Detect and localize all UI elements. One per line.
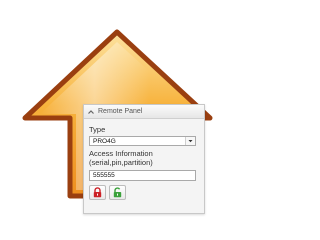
remote-panel-header[interactable]: Remote Panel <box>84 105 204 119</box>
access-information-label: Access Information (serial,pin,partition… <box>89 149 200 167</box>
access-label-line-1: Access Information <box>89 149 153 158</box>
panel-title: Remote Panel <box>98 108 143 115</box>
collapse-chevron-icon[interactable] <box>87 108 95 116</box>
access-information-value: 555555 <box>93 172 115 179</box>
unlock-icon <box>113 187 122 198</box>
type-label: Type <box>89 125 106 134</box>
type-select-value: PRO4G <box>93 138 116 145</box>
lock-icon <box>93 187 102 198</box>
lock-button[interactable] <box>89 185 106 200</box>
remote-panel: Remote Panel Type PRO4G Access Informati… <box>83 104 205 214</box>
access-information-input[interactable]: 555555 <box>89 170 196 181</box>
type-select[interactable]: PRO4G <box>89 136 196 146</box>
dropdown-arrow-icon[interactable] <box>185 137 195 145</box>
unlock-button[interactable] <box>109 185 126 200</box>
access-label-line-2: (serial,pin,partition) <box>89 158 153 167</box>
